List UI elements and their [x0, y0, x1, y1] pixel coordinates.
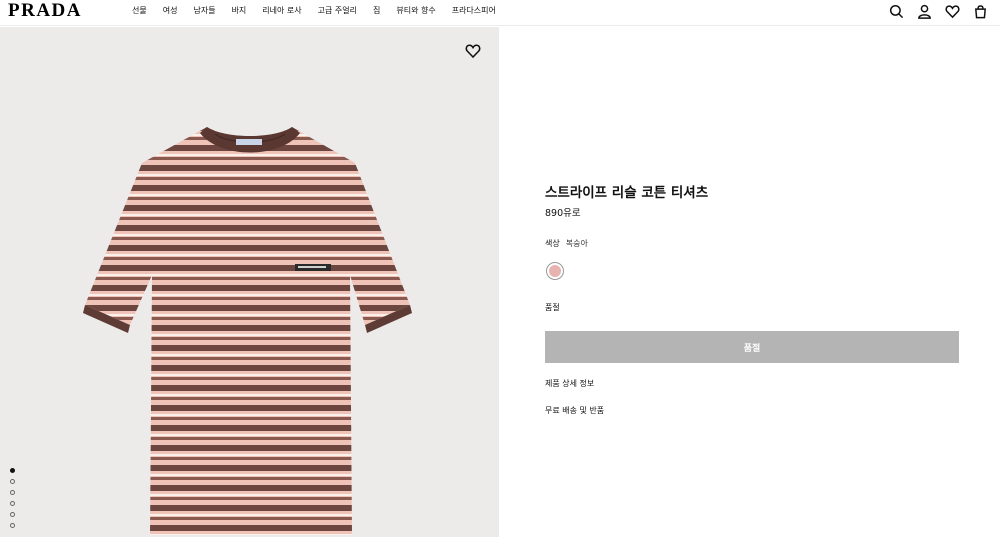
product-price: 890유로: [545, 208, 581, 219]
account-icon[interactable]: [916, 3, 933, 20]
nav-item-beauty[interactable]: 뷰티와 향수: [396, 5, 435, 17]
heart-icon[interactable]: [465, 43, 481, 59]
product-title: 스트라이프 리슬 코튼 티셔츠: [545, 185, 709, 201]
color-row: 색상 복숭아: [545, 238, 588, 249]
nav-item-women[interactable]: 여성: [163, 5, 178, 17]
nav-item-pradasphere[interactable]: 프라다스피어: [452, 5, 496, 17]
main-nav: 선물 여성 남자들 바지 리네아 로사 고급 주얼리 집 뷰티와 향수 프라다스…: [132, 5, 512, 17]
bag-icon[interactable]: [972, 3, 989, 20]
gallery-dot[interactable]: [10, 490, 15, 495]
site-header: PRADA 선물 여성 남자들 바지 리네아 로사 고급 주얼리 집 뷰티와 향…: [0, 0, 1000, 26]
nav-item-linea-rossa[interactable]: 리네아 로사: [262, 5, 301, 17]
gallery-dot[interactable]: [10, 512, 15, 517]
size-status-label: 품절: [545, 303, 560, 312]
gallery-dot[interactable]: [10, 468, 15, 473]
gallery-pagination: [10, 468, 15, 528]
color-label: 색상: [545, 239, 560, 248]
header-actions: [888, 3, 989, 20]
nav-item-men[interactable]: 남자들: [193, 5, 215, 17]
shipping-returns-link[interactable]: 무료 배송 및 반품: [545, 405, 604, 416]
nav-item-home[interactable]: 집: [373, 5, 380, 17]
gallery-dot[interactable]: [10, 501, 15, 506]
nav-item-gifts[interactable]: 선물: [132, 5, 147, 17]
color-swatch-peach[interactable]: [546, 262, 564, 280]
swatch-fill: [549, 265, 561, 277]
gallery-dot[interactable]: [10, 479, 15, 484]
search-icon[interactable]: [888, 3, 905, 20]
product-gallery[interactable]: [0, 27, 499, 537]
prada-logo[interactable]: PRADA: [8, 0, 82, 22]
wishlist-icon[interactable]: [944, 3, 961, 20]
color-value: 복숭아: [565, 239, 588, 248]
nav-item-fine-jewelry[interactable]: 고급 주얼리: [318, 5, 357, 17]
nav-item-pants[interactable]: 바지: [232, 5, 247, 17]
sold-out-button[interactable]: 품절: [545, 331, 959, 363]
product-details-link[interactable]: 제품 상세 정보: [545, 378, 594, 389]
gallery-dot[interactable]: [10, 523, 15, 528]
product-image: [83, 127, 412, 535]
